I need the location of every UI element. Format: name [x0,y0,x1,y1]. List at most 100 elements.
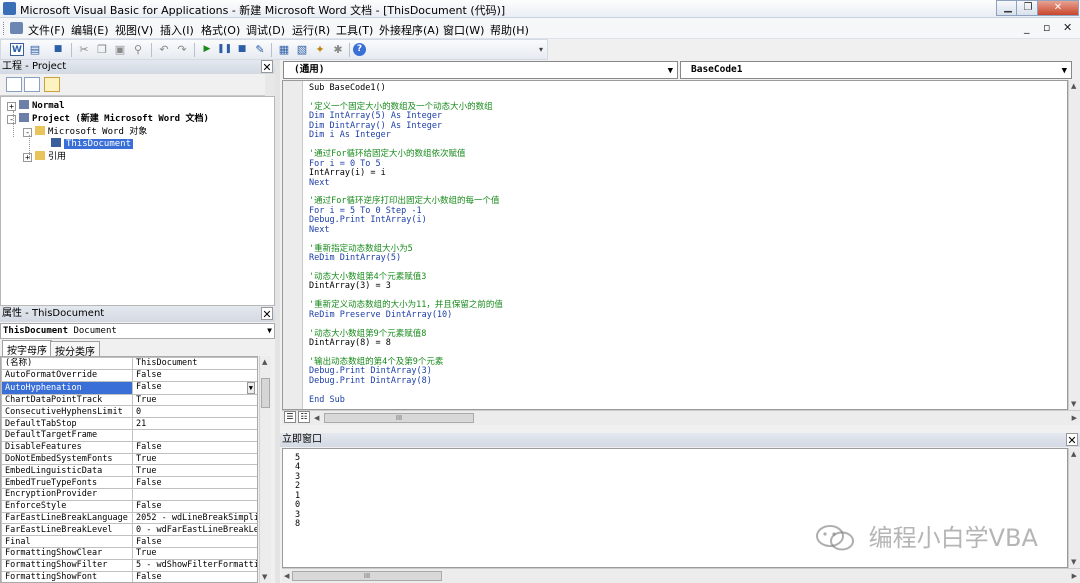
property-name[interactable]: ConsecutiveHyphensLimit [1,405,133,419]
redo-icon[interactable]: ↷ [175,43,189,56]
menu-window[interactable]: 窗口(W) [443,22,484,38]
menu-tools[interactable]: 工具(T) [336,22,373,38]
property-value[interactable]: 5 - wdShowFilterFormatting [132,558,257,572]
property-row[interactable]: EmbedTrueTypeFonts False [1,476,257,489]
scroll-up-icon[interactable]: ▲ [1071,82,1076,90]
copy-icon[interactable]: ❐ [95,43,109,56]
toolbox-icon[interactable]: ✱ [331,43,345,56]
property-value[interactable]: False ▼ [132,380,257,395]
property-value[interactable]: False [132,570,257,582]
property-row[interactable]: AutoFormatOverride False [1,368,257,382]
run-icon[interactable]: ▶ [200,43,214,56]
pane-splitter[interactable] [275,60,280,583]
chevron-down-icon[interactable]: ▼ [267,324,272,338]
menu-format[interactable]: 格式(O) [201,22,240,38]
mdi-close-button[interactable]: ✕ [1063,21,1072,34]
code-line[interactable]: IntArray(i) = i [309,168,503,178]
insert-module-icon[interactable]: ▤ [28,43,42,56]
code-line[interactable]: Next [309,178,503,188]
property-value[interactable]: 0 [132,405,257,419]
scroll-thumb[interactable]: III [324,413,474,423]
property-row[interactable]: (名称) ThisDocument [1,357,257,370]
code-line[interactable]: Debug.Print IntArray(i) [309,215,503,225]
paste-icon[interactable]: ▣ [113,43,127,56]
property-name[interactable]: EmbedLinguisticData [1,464,133,478]
property-row[interactable]: DisableFeatures False [1,440,257,454]
code-line[interactable]: ReDim Preserve DintArray(10) [309,310,503,320]
property-row[interactable]: EnforceStyle False [1,499,257,513]
scroll-up-icon[interactable]: ▲ [262,358,267,366]
property-value[interactable]: ThisDocument [132,357,257,370]
code-line[interactable]: DintArray(3) = 3 [309,281,503,291]
menu-addins[interactable]: 外接程序(A) [379,22,439,38]
scroll-thumb[interactable]: III [292,571,442,581]
menu-help[interactable]: 帮助(H) [490,22,529,38]
property-name[interactable]: EmbedTrueTypeFonts [1,476,133,489]
project-toolbar-scroll[interactable] [265,74,275,96]
property-name[interactable]: FormattingShowFont [1,570,133,582]
tree-item-references[interactable]: + 引用 [23,151,66,163]
undo-icon[interactable]: ↶ [157,43,171,56]
code-line[interactable]: Sub BaseCode1() [309,83,503,93]
property-value[interactable]: True [132,546,257,560]
property-value[interactable]: False [132,476,257,489]
property-value[interactable]: True [132,393,257,407]
chevron-down-icon[interactable]: ▼ [1062,63,1067,79]
property-row[interactable]: ChartDataPointTrack True [1,393,257,407]
code-line[interactable]: End Sub [309,395,503,405]
property-name[interactable]: FormattingShowFilter [1,558,133,572]
tree-item-word-objects[interactable]: - Microsoft Word 对象 [23,126,147,138]
toolbar-options-icon[interactable]: ▾ [539,42,545,58]
property-row[interactable]: FarEastLineBreakLevel 0 - wdFarEastLineBr… [1,523,257,537]
scroll-down-icon[interactable]: ▼ [1071,400,1076,408]
tab-alphabetic[interactable]: 按字母序 [2,340,52,357]
property-value[interactable]: False [132,440,257,454]
property-name[interactable]: ChartDataPointTrack [1,393,133,407]
menu-edit[interactable]: 编辑(E) [71,22,109,38]
immediate-output-line[interactable]: 8 [295,519,300,529]
tree-item-normal[interactable]: + Normal [7,100,65,112]
property-name[interactable]: FarEastLineBreakLevel [1,523,133,537]
scroll-down-icon[interactable]: ▼ [262,573,267,581]
collapse-icon[interactable]: - [7,115,16,124]
property-name[interactable]: DefaultTargetFrame [1,428,133,442]
code-line[interactable]: ReDim DintArray(5) [309,253,503,263]
find-icon[interactable]: ⚲ [131,43,145,56]
menu-run[interactable]: 运行(R) [292,22,330,38]
property-row[interactable]: EncryptionProvider [1,487,257,501]
property-value[interactable] [132,487,257,501]
scroll-thumb[interactable] [261,378,270,408]
property-name[interactable]: AutoFormatOverride [1,368,133,382]
code-line[interactable]: Next [309,225,503,235]
procedure-combo[interactable]: BaseCode1 ▼ [680,61,1072,79]
collapse-icon[interactable]: - [23,128,32,137]
object-selector[interactable]: ThisDocument Document ▼ [0,323,275,339]
scroll-right-icon[interactable]: ▶ [1072,414,1077,422]
view-code-icon[interactable] [6,77,22,92]
object-browser-icon[interactable]: ✦ [313,43,327,56]
tree-item-project[interactable]: - Project (新建 Microsoft Word 文档) [7,113,209,125]
vba-menu-icon[interactable] [10,22,23,34]
chevron-down-icon[interactable]: ▼ [246,382,255,394]
immediate-output[interactable]: 54321038 [295,453,300,530]
property-value[interactable]: False [132,499,257,513]
close-button[interactable]: ✕ [1037,0,1079,16]
code-vertical-scrollbar[interactable]: ▲ ▼ [1068,80,1080,410]
tab-categorized[interactable]: 按分类序 [50,341,100,358]
property-row[interactable]: FarEastLineBreakLanguage 2052 - wdLineBre… [1,511,257,525]
immediate-vertical-scrollbar[interactable]: ▲ ▼ [1068,448,1080,568]
property-row[interactable]: FormattingShowFilter 5 - wdShowFilterForm… [1,558,257,572]
property-value[interactable]: True [132,452,257,466]
view-word-icon[interactable]: W [10,43,24,56]
expand-icon[interactable]: + [23,153,32,162]
property-row[interactable]: ConsecutiveHyphensLimit 0 [1,405,257,419]
expand-icon[interactable]: + [7,102,16,111]
project-explorer-icon[interactable]: ▦ [277,43,291,56]
property-value[interactable] [132,428,257,442]
properties-icon[interactable]: ▧ [295,43,309,56]
properties-close-button[interactable]: ✕ [261,307,273,321]
property-value[interactable]: False [132,368,257,382]
menu-debug[interactable]: 调试(D) [246,22,285,38]
chevron-down-icon[interactable]: ▼ [668,63,673,79]
immediate-horizontal-scrollbar[interactable]: ◀ III ▶ [282,568,1080,583]
